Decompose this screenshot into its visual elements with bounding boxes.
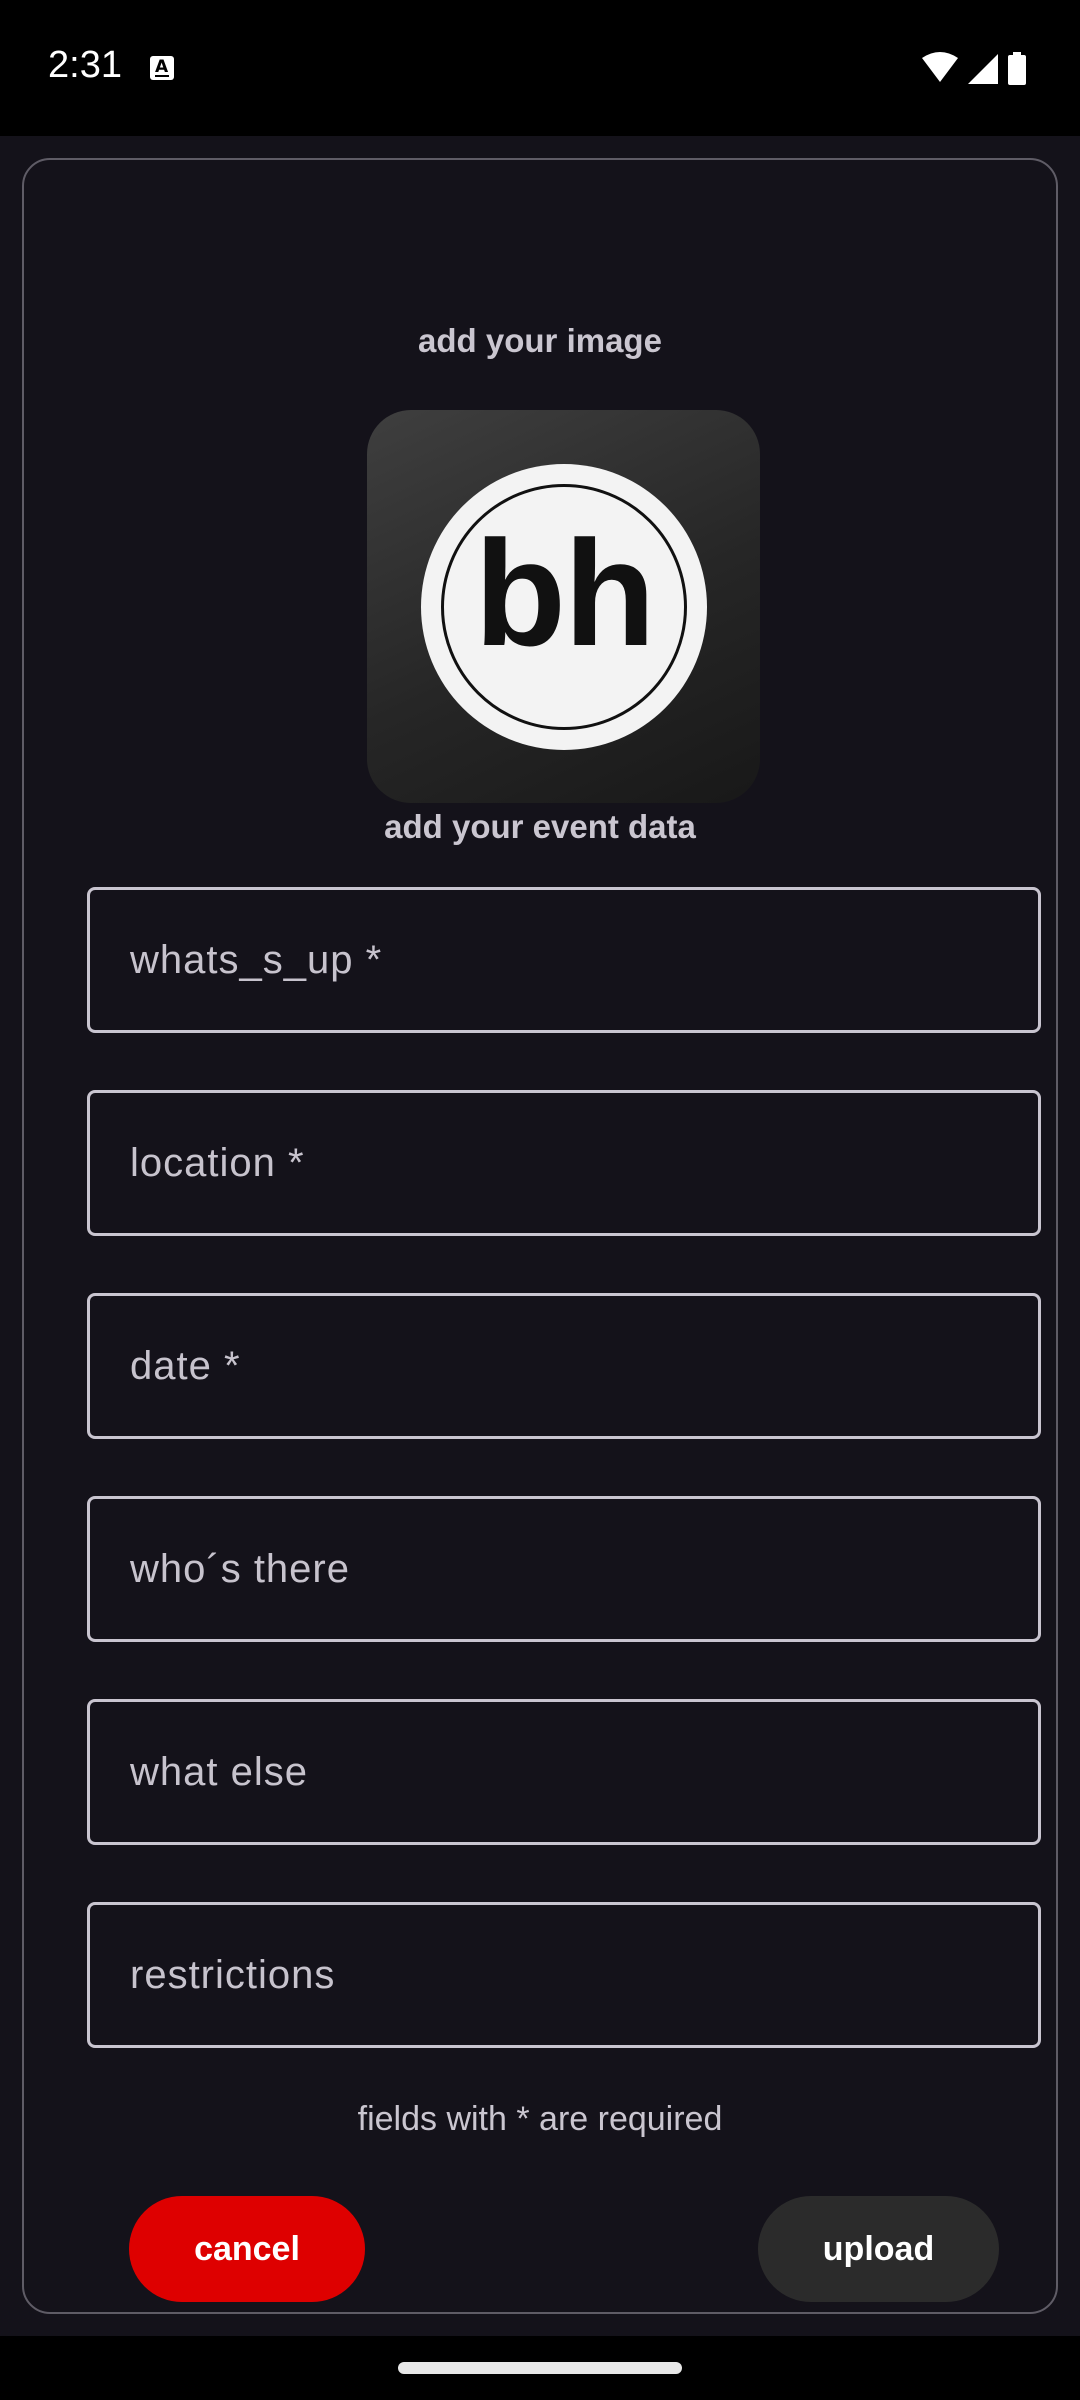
app-screen: add your image bh add your event data fi…	[0, 136, 1080, 2336]
logo-image: bh	[421, 464, 707, 750]
home-gesture-handle[interactable]	[398, 2362, 682, 2374]
whats-up-field[interactable]	[87, 887, 1041, 1033]
cancel-button[interactable]: cancel	[129, 2196, 365, 2302]
status-bar: 2:31 A	[0, 0, 1080, 136]
status-icons	[920, 50, 1040, 86]
text-a-icon: A	[150, 56, 174, 80]
whos-there-field[interactable]	[87, 1496, 1041, 1642]
event-form-card: add your image bh add your event data fi…	[22, 158, 1058, 2314]
date-field[interactable]	[87, 1293, 1041, 1439]
logo-text: bh	[474, 509, 655, 677]
what-else-field[interactable]	[87, 1699, 1041, 1845]
navigation-bar	[0, 2336, 1080, 2400]
image-picker[interactable]: bh	[367, 410, 760, 803]
upload-button[interactable]: upload	[758, 2196, 999, 2302]
status-time: 2:31	[48, 44, 122, 86]
battery-icon	[1008, 52, 1026, 85]
event-data-heading: add your event data	[384, 808, 696, 845]
location-field[interactable]	[87, 1090, 1041, 1236]
cellular-signal-icon	[968, 54, 998, 84]
required-fields-hint: fields with * are required	[357, 2100, 723, 2138]
wifi-icon	[922, 52, 958, 82]
image-heading: add your image	[418, 322, 662, 359]
restrictions-field[interactable]	[87, 1902, 1041, 2048]
